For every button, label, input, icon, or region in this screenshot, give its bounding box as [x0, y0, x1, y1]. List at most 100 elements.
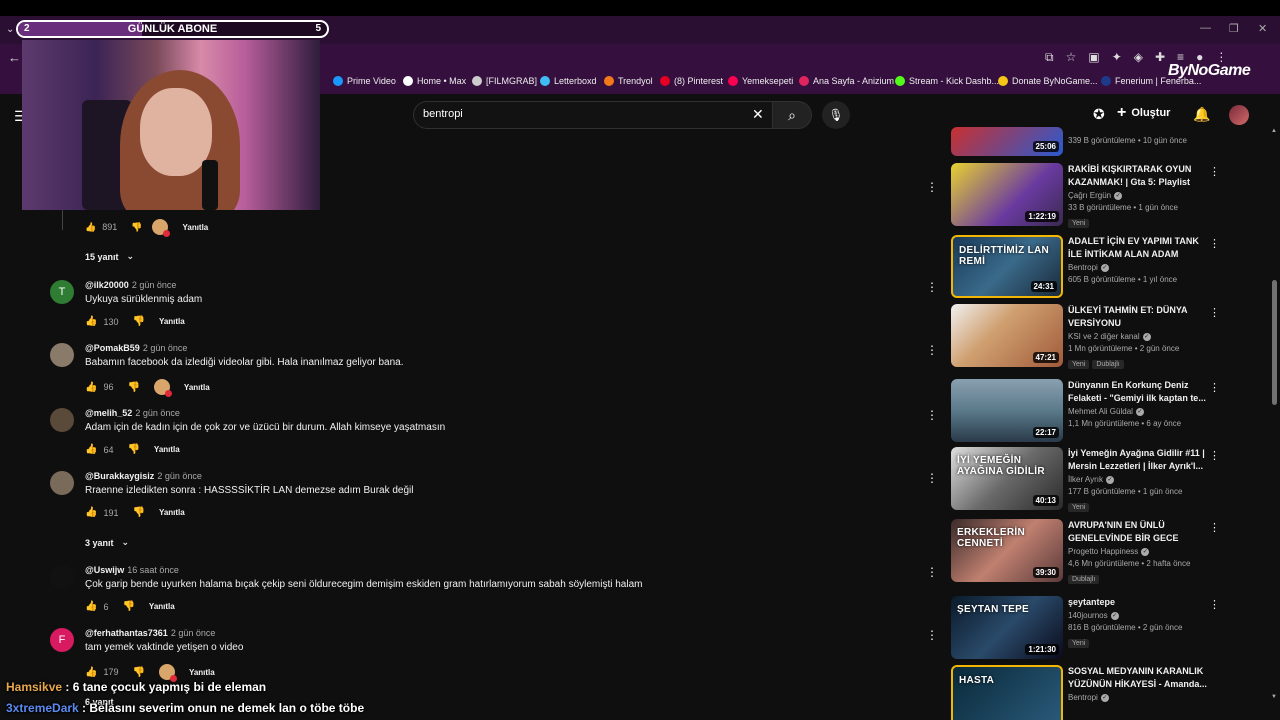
video-title[interactable]: SOSYAL MEDYANIN KARANLIK YÜZÜNÜN HİKAYES…: [1068, 665, 1208, 691]
video-title[interactable]: ÜLKEYİ TAHMİN ET: DÜNYA VERSİYONU: [1068, 304, 1208, 330]
dislike-icon[interactable]: 👎: [132, 316, 144, 327]
avatar[interactable]: [50, 565, 74, 589]
video-thumbnail[interactable]: ŞEYTAN TEPE 1:21:30: [951, 596, 1063, 659]
reply-button[interactable]: Yanıtla: [149, 602, 175, 611]
like-icon[interactable]: 👍: [85, 382, 97, 393]
video-title[interactable]: şeytantepe: [1068, 596, 1208, 609]
avatar[interactable]: [50, 343, 74, 367]
premium-logo-icon[interactable]: ✪: [1093, 106, 1105, 123]
comment-menu-icon[interactable]: ⋮: [926, 280, 938, 294]
comment-author[interactable]: @ilk20000: [85, 280, 129, 290]
extension-icon[interactable]: ◈: [1134, 50, 1143, 65]
dislike-icon[interactable]: 👎: [122, 601, 134, 612]
bookmark-item[interactable]: Stream - Kick Dashb...: [895, 76, 999, 86]
comment-author[interactable]: @Burakkaygisiz: [85, 471, 154, 481]
dislike-icon[interactable]: 👎: [131, 222, 142, 233]
bookmark-item[interactable]: Prime Video: [333, 76, 396, 86]
recommended-video[interactable]: ŞEYTAN TEPE 1:21:30 şeytantepe 140journos ✓ 8…: [951, 596, 1231, 660]
extension-icon[interactable]: ▣: [1088, 50, 1099, 65]
bookmark-item[interactable]: Home • Max: [403, 76, 466, 86]
bookmark-item[interactable]: Letterboxd: [540, 76, 597, 86]
comment-menu-icon[interactable]: ⋮: [926, 471, 938, 485]
video-channel[interactable]: Çağrı Ergün ✓: [1068, 191, 1208, 200]
search-input[interactable]: [413, 101, 772, 129]
video-channel[interactable]: KSI ve 2 diğer kanal ✓: [1068, 332, 1208, 341]
bookmark-item[interactable]: Ana Sayfa - Anizium: [799, 76, 894, 86]
avatar[interactable]: [50, 471, 74, 495]
video-title[interactable]: İyi Yemeğin Ayağına Gidilir #11 | Mersin…: [1068, 447, 1208, 473]
reply-button[interactable]: Yanıtla: [154, 445, 180, 454]
recommended-video[interactable]: DELİRTTİMİZ LAN REMİ 24:31 ADALET İÇİN EV …: [951, 235, 1231, 299]
comment-timestamp[interactable]: 2 gün önce: [171, 628, 216, 638]
bookmark-item[interactable]: (8) Pinterest: [660, 76, 723, 86]
minimize-icon[interactable]: —: [1200, 22, 1211, 34]
create-button[interactable]: + Oluştur: [1117, 104, 1170, 122]
account-avatar[interactable]: [1229, 105, 1249, 125]
recommended-video[interactable]: 1:22:19 RAKİBİ KIŞKIRTARAK OYUN KAZANMAK!…: [951, 163, 1231, 228]
video-menu-icon[interactable]: ⋮: [1209, 381, 1220, 394]
comment-timestamp[interactable]: 2 gün önce: [135, 408, 180, 418]
recommended-video[interactable]: İYİ YEMEĞİN AYAĞINA GİDİLİR 40:13 İyi Yeme…: [951, 447, 1231, 512]
tab-list-chevron-icon[interactable]: ⌄: [6, 24, 14, 35]
like-icon[interactable]: 👍: [85, 601, 97, 612]
video-thumbnail[interactable]: 1:22:19: [951, 163, 1063, 226]
recommended-video[interactable]: 47:21 ÜLKEYİ TAHMİN ET: DÜNYA VERSİYONU KS…: [951, 304, 1231, 369]
video-thumbnail[interactable]: 47:21: [951, 304, 1063, 367]
bookmark-item[interactable]: [FILMGRAB]: [472, 76, 537, 86]
comment-author[interactable]: @ferhathantas7361: [85, 628, 168, 638]
dislike-icon[interactable]: 👎: [127, 382, 139, 393]
video-menu-icon[interactable]: ⋮: [1209, 449, 1220, 462]
back-arrow-icon[interactable]: ←: [8, 50, 21, 65]
video-channel[interactable]: Mehmet Ali Güldal ✓: [1068, 407, 1208, 416]
comment-menu-icon[interactable]: ⋮: [926, 565, 938, 579]
video-channel[interactable]: 140journos ✓: [1068, 611, 1208, 620]
recommended-video[interactable]: HASTA SOSYAL MEDYANIN KARANLIK YÜZÜNÜN Hİ…: [951, 665, 1231, 720]
comment-menu-icon[interactable]: ⋮: [926, 180, 938, 194]
voice-search-button[interactable]: 🎙: [822, 101, 850, 129]
reply-button[interactable]: Yanıtla: [159, 508, 185, 517]
video-menu-icon[interactable]: ⋮: [1209, 521, 1220, 534]
dislike-icon[interactable]: 👎: [127, 444, 139, 455]
close-window-icon[interactable]: ✕: [1258, 22, 1267, 35]
recommended-video[interactable]: 22:17 Dünyanın En Korkunç Deniz Felaketi …: [951, 379, 1231, 443]
bookmark-item[interactable]: Donate ByNoGame...: [998, 76, 1098, 86]
comment-menu-icon[interactable]: ⋮: [926, 628, 938, 642]
video-thumbnail[interactable]: 25:06: [951, 127, 1063, 156]
avatar[interactable]: T: [50, 280, 74, 304]
install-app-icon[interactable]: ⧉: [1045, 50, 1054, 65]
maximize-icon[interactable]: ❐: [1229, 22, 1239, 35]
video-channel[interactable]: Bentropi ✓: [1068, 263, 1208, 272]
video-menu-icon[interactable]: ⋮: [1209, 306, 1220, 319]
comment-author[interactable]: @Uswijw: [85, 565, 124, 575]
comment-timestamp[interactable]: 2 gün önce: [157, 471, 202, 481]
video-title[interactable]: Dünyanın En Korkunç Deniz Felaketi - "Ge…: [1068, 379, 1208, 405]
recommended-video[interactable]: ERKEKLERİN CENNETİ 39:30 AVRUPA'NIN EN ÜNL…: [951, 519, 1231, 584]
bookmark-item[interactable]: Yemeksepeti: [728, 76, 793, 86]
bookmark-item[interactable]: Trendyol: [604, 76, 653, 86]
video-thumbnail[interactable]: DELİRTTİMİZ LAN REMİ 24:31: [951, 235, 1063, 298]
like-icon[interactable]: 👍: [85, 507, 97, 518]
avatar[interactable]: [50, 408, 74, 432]
reply-button[interactable]: Yanıtla: [159, 317, 185, 326]
comment-timestamp[interactable]: 2 gün önce: [132, 280, 177, 290]
reply-button[interactable]: Yanıtla: [189, 668, 215, 677]
comment-timestamp[interactable]: 16 saat önce: [127, 565, 179, 575]
video-title[interactable]: ADALET İÇİN EV YAPIMI TANK İLE İNTİKAM A…: [1068, 235, 1208, 261]
scroll-up-arrow[interactable]: ▲: [1271, 128, 1277, 134]
replies-toggle[interactable]: 3 yanıt ⌄: [85, 537, 129, 548]
like-icon[interactable]: 👍: [85, 444, 97, 455]
video-menu-icon[interactable]: ⋮: [1209, 237, 1220, 250]
comment-menu-icon[interactable]: ⋮: [926, 343, 938, 357]
video-menu-icon[interactable]: ⋮: [1209, 598, 1220, 611]
like-icon[interactable]: 👍: [85, 667, 97, 678]
search-button[interactable]: ⌕: [772, 101, 812, 129]
video-thumbnail[interactable]: İYİ YEMEĞİN AYAĞINA GİDİLİR 40:13: [951, 447, 1063, 510]
replies-toggle[interactable]: 15 yanıt ⌄: [85, 251, 134, 262]
comment-author[interactable]: @PomakB59: [85, 343, 140, 353]
notifications-bell-icon[interactable]: 🔔: [1193, 106, 1210, 123]
dislike-icon[interactable]: 👎: [132, 667, 144, 678]
video-title[interactable]: RAKİBİ KIŞKIRTARAK OYUN KAZANMAK! | Gta …: [1068, 163, 1208, 189]
video-title[interactable]: AVRUPA'NIN EN ÜNLÜ GENELEVİNDE BİR GECE: [1068, 519, 1208, 545]
comment-menu-icon[interactable]: ⋮: [926, 408, 938, 422]
video-thumbnail[interactable]: 22:17: [951, 379, 1063, 442]
